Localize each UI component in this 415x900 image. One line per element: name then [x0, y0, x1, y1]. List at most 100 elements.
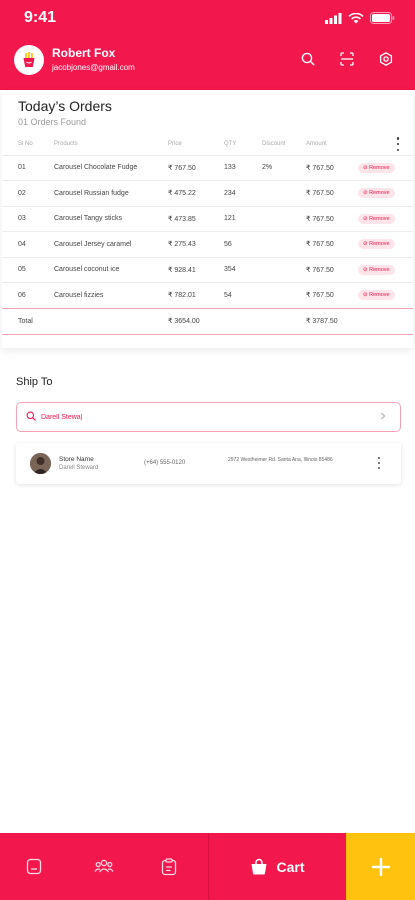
cart-button[interactable]: Cart	[209, 833, 346, 900]
cell-product: Carousel Russian fudge	[54, 180, 168, 206]
dashboard-icon	[26, 858, 42, 875]
cell-sl: 05	[2, 256, 54, 283]
cell-sl: 04	[2, 231, 54, 257]
cell-qty: 234	[224, 180, 262, 206]
store-card[interactable]: Store Name Darell Steward (+64) 555-0120…	[16, 443, 401, 484]
store-name: Store Name	[59, 456, 94, 463]
table-row: 01 Carousel Chocolate Fudge ₹ 767.50 133…	[2, 154, 413, 181]
store-contact: Darell Steward	[59, 465, 99, 471]
customers-icon	[94, 859, 114, 873]
cell-amount: ₹ 767.50	[306, 180, 358, 206]
table-row: 02 Carousel Russian fudge ₹ 475.22 234 ₹…	[2, 180, 413, 206]
header-settings-button[interactable]	[378, 51, 394, 67]
cell-price: ₹ 767.50	[168, 154, 224, 181]
col-header-qty: QTY	[224, 140, 237, 147]
cell-discount	[262, 282, 306, 308]
remove-button[interactable]: ⊘ Remove	[358, 290, 395, 301]
cart-icon	[251, 858, 267, 875]
fries-logo-icon	[23, 52, 35, 67]
col-header-amount: Amount	[306, 140, 327, 147]
remove-button[interactable]: ⊘ Remove	[358, 213, 395, 224]
cell-qty: 133	[224, 154, 262, 181]
cell-price: ₹ 782.01	[168, 282, 224, 308]
store-phone: (+64) 555-0120	[144, 460, 186, 466]
cell-discount	[262, 256, 306, 283]
user-email: jacobjones@gmail.com	[52, 63, 135, 72]
cell-amount: ₹ 767.50	[306, 282, 358, 308]
bottom-nav: Cart	[0, 833, 415, 900]
cell-qty: 354	[224, 256, 262, 283]
cell-product: Carousel coconut ice	[54, 256, 168, 283]
cell-sl: 02	[2, 180, 54, 206]
settings-icon	[379, 52, 393, 66]
cell-amount: ₹ 767.50	[306, 205, 358, 232]
table-row: 03 Carousel Tangy sticks ₹ 473.85 121 ₹ …	[2, 205, 413, 232]
cell-product: Carousel Chocolate Fudge	[54, 154, 168, 181]
remove-label: Remove	[369, 241, 390, 248]
cell-qty: 56	[224, 231, 262, 257]
cell-amount: ₹ 767.50	[306, 231, 358, 257]
orders-count: 01 Orders Found	[18, 117, 87, 127]
add-button[interactable]	[346, 833, 415, 900]
nav-dashboard[interactable]	[26, 858, 42, 880]
orders-card: Today’s Orders 01 Orders Found Sl No Pro…	[2, 90, 413, 348]
cell-amount: ₹ 767.50	[306, 154, 358, 181]
table-row: 05 Carousel coconut ice ₹ 928.41 354 ₹ 7…	[2, 256, 413, 283]
status-icons	[325, 12, 395, 24]
nav-orders[interactable]	[161, 858, 177, 881]
orders-icon	[161, 858, 177, 876]
col-header-action	[358, 133, 413, 155]
signal-icon	[325, 12, 342, 24]
total-label: Total	[2, 307, 54, 335]
chevron-right-icon[interactable]	[378, 411, 388, 421]
cell-sl: 01	[2, 154, 54, 181]
search-icon	[26, 411, 36, 421]
wifi-icon	[348, 12, 364, 23]
avatar[interactable]	[14, 45, 44, 75]
remove-button[interactable]: ⊘ Remove	[358, 188, 395, 199]
ship-to-search[interactable]	[16, 402, 401, 432]
table-row: 04 Carousel Jersey caramel ₹ 275.43 56 ₹…	[2, 231, 413, 257]
cell-qty: 121	[224, 205, 262, 232]
cell-sl: 03	[2, 205, 54, 232]
table-header-row: Sl No Products Price QTY Discount Amount	[2, 133, 413, 155]
cell-discount: 2%	[262, 154, 306, 181]
col-header-price: Price	[168, 140, 182, 147]
remove-button[interactable]: ⊘ Remove	[358, 239, 395, 250]
cell-price: ₹ 475.22	[168, 180, 224, 206]
col-header-products: Products	[54, 140, 78, 147]
cell-sl: 06	[2, 282, 54, 308]
store-photo-icon	[30, 453, 51, 474]
more-vertical-icon	[378, 457, 380, 459]
remove-label: Remove	[369, 266, 390, 273]
ship-to-search-input[interactable]	[41, 409, 361, 425]
orders-table: Sl No Products Price QTY Discount Amount…	[2, 133, 413, 335]
header-scan-button[interactable]	[339, 51, 355, 67]
scan-icon	[340, 52, 354, 66]
search-icon	[301, 52, 315, 66]
cell-discount	[262, 231, 306, 257]
remove-button[interactable]: ⊘ Remove	[358, 264, 395, 275]
total-amount: ₹ 3787.50	[306, 307, 358, 335]
remove-button[interactable]: ⊘ Remove	[358, 162, 395, 173]
nav-customers[interactable]	[94, 858, 114, 879]
user-name: Robert Fox	[52, 46, 116, 60]
store-avatar	[30, 453, 51, 474]
cart-label: Cart	[276, 858, 305, 875]
col-header-discount: Discount	[262, 140, 286, 147]
cell-qty: 54	[224, 282, 262, 308]
ship-to-title: Ship To	[16, 376, 53, 388]
cell-discount	[262, 180, 306, 206]
store-more-button[interactable]	[377, 457, 381, 469]
table-row: 06 Carousel fizzies ₹ 782.01 54 ₹ 767.50…	[2, 282, 413, 308]
total-price: ₹ 3654.00	[168, 307, 224, 335]
header-search-button[interactable]	[300, 51, 316, 67]
orders-title: Today’s Orders	[18, 98, 112, 114]
cell-product: Carousel fizzies	[54, 282, 168, 308]
remove-label: Remove	[369, 164, 390, 171]
remove-label: Remove	[369, 190, 390, 197]
app-header: 9:41 Robert Fox jacobjones@gmail.com	[0, 0, 415, 90]
plus-icon	[371, 857, 390, 876]
status-time: 9:41	[24, 9, 57, 26]
total-row: Total ₹ 3654.00 ₹ 3787.50	[2, 307, 413, 335]
